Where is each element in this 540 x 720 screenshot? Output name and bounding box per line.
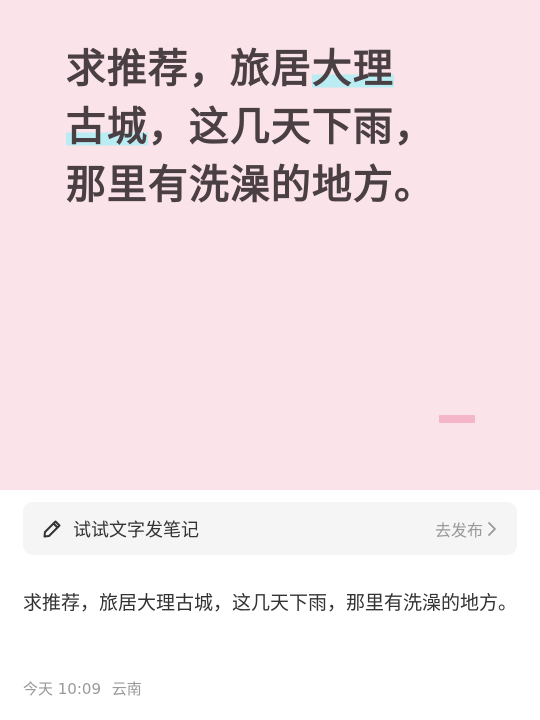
text-note-prompt[interactable]: 试试文字发笔记 去发布 (23, 502, 517, 555)
highlight-mark: 大理 (312, 46, 394, 92)
highlight-mark: 古城 (66, 104, 148, 150)
page-indicator (439, 415, 475, 423)
post-date: 今天 10:09 (23, 680, 101, 698)
post-meta: 今天 10:09 云南 (23, 678, 148, 699)
chevron-right-icon (487, 521, 499, 537)
publish-link[interactable]: 去发布 (435, 517, 483, 541)
cover-title: 求推荐，旅居大理 古城，这几天下雨， 那里有洗澡的地方。 (66, 46, 435, 208)
post-content: 求推荐，旅居大理古城，这几天下雨，那里有洗澡的地方。 (23, 592, 518, 614)
pencil-icon (41, 518, 63, 540)
cover-image[interactable]: 求推荐，旅居大理 古城，这几天下雨， 那里有洗澡的地方。 (0, 0, 540, 490)
post-location: 云南 (111, 680, 142, 698)
prompt-label: 试试文字发笔记 (73, 519, 199, 541)
